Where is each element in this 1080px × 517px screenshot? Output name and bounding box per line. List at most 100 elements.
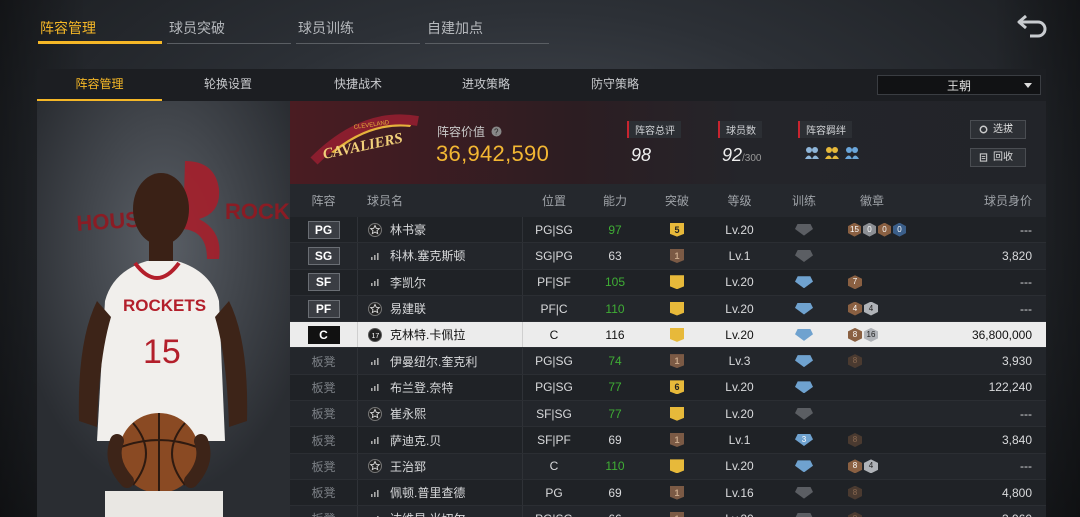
badge-icon[interactable]: 7	[848, 275, 862, 290]
training-cell	[770, 302, 838, 315]
col-header-value[interactable]: 球员身价	[906, 192, 1046, 209]
subtab-quick-tactics[interactable]: 快捷战术	[294, 69, 422, 101]
chemistry-icon-1	[805, 147, 819, 159]
player-name: 布兰登.奈特	[390, 380, 454, 395]
slot-label: 板凳	[311, 459, 336, 474]
table-row[interactable]: 板凳 萨迪克.贝 SF|PF 69 1 Lv.1 3 8 3,840	[290, 427, 1046, 454]
mode-dropdown[interactable]: 王朝	[877, 75, 1041, 95]
tab-custom-points[interactable]: 自建加点	[425, 14, 549, 44]
refresh-icon	[979, 125, 988, 134]
position-cell: C	[549, 327, 559, 342]
select-button-label: 选拔	[993, 124, 1013, 135]
rank-bars-icon	[371, 384, 379, 392]
badge-icon[interactable]: 4	[848, 301, 862, 316]
slot-cell: 板凳	[290, 353, 357, 370]
level-cell: Lv.20	[709, 512, 770, 517]
break-cell: 1	[645, 511, 709, 517]
break-icon	[670, 301, 684, 316]
roster-table: 阵容 球员名 位置 能力 突破 等级 训练 徽章 球员身价 PG 林书豪 PG|SG…	[290, 184, 1046, 517]
player-value-cell: ---	[1020, 406, 1032, 421]
break-icon: 1	[670, 433, 684, 448]
subtab-rotation[interactable]: 轮换设置	[162, 69, 294, 101]
table-row[interactable]: C 17 克林特.卡佩拉 C 116 Lv.20 8 16 36,800,000	[290, 322, 1046, 349]
table-row[interactable]: 板凳 伊曼纽尔.奎克利 PG|SG 74 1 Lv.3 8 3,930	[290, 348, 1046, 375]
badge-icon[interactable]: 8	[848, 485, 862, 500]
col-header-ovr[interactable]: 能力	[585, 192, 645, 209]
table-row[interactable]: SG 科林.塞克斯顿 SG|PG 63 1 Lv.1 3,820	[290, 243, 1046, 270]
badge-icon[interactable]: 0	[863, 222, 876, 237]
badge-icon[interactable]: 8	[848, 354, 862, 369]
break-icon: 1	[670, 248, 684, 263]
col-header-training[interactable]: 训练	[770, 192, 838, 209]
lineup-summary: CAVALIERS CLEVELAND 阵容价值 ? 36,942,590 阵容…	[290, 101, 1046, 184]
col-header-break[interactable]: 突破	[645, 192, 709, 209]
ovr-cell: 110	[605, 301, 625, 316]
slot-label: 板凳	[311, 512, 335, 517]
player-name: 易建联	[390, 302, 427, 317]
subtab-offense[interactable]: 进攻策略	[422, 69, 550, 101]
back-button[interactable]	[1016, 12, 1050, 38]
tab-lineup-management[interactable]: 阵容管理	[38, 14, 162, 44]
player-value-cell: 3,960	[906, 512, 1046, 517]
recycle-button-label: 回收	[993, 152, 1013, 163]
help-icon[interactable]: ?	[491, 126, 502, 137]
col-header-badges[interactable]: 徽章	[838, 192, 906, 209]
table-row[interactable]: 板凳 布兰登.奈特 PG|SG 77 6 Lv.20 122,240	[290, 374, 1046, 402]
level-cell: Lv.20	[725, 406, 754, 421]
badge-icon[interactable]: 4	[864, 301, 878, 316]
break-cell	[645, 406, 709, 421]
player-name: 林书豪	[390, 223, 427, 238]
training-cell	[770, 276, 838, 289]
table-header: 阵容 球员名 位置 能力 突破 等级 训练 徽章 球员身价	[290, 184, 1046, 217]
col-header-position[interactable]: 位置	[523, 192, 585, 209]
col-header-slot[interactable]: 阵容	[290, 192, 357, 209]
badge-icon[interactable]: 15	[848, 222, 861, 237]
chemistry-icons[interactable]	[804, 146, 860, 160]
lineup-value-label: 阵容价值 ?	[437, 123, 502, 140]
select-button[interactable]: 选拔	[970, 120, 1026, 139]
slot-cell: 板凳	[290, 458, 357, 475]
table-row[interactable]: 板凳 达维昂.米切尔 PG|SG66 1 Lv.20 8 3,960	[290, 506, 1046, 517]
table-row[interactable]: 板凳 王治郅 C 110 Lv.20 8 4 ---	[290, 453, 1046, 480]
ovr-cell: 97	[608, 222, 622, 237]
badge-icon[interactable]: 0	[893, 222, 906, 237]
training-icon	[795, 276, 813, 289]
badge-icon[interactable]: 4	[864, 459, 878, 474]
table-row[interactable]: 板凳 崔永熙 SF|SG 77 Lv.20 ---	[290, 401, 1046, 428]
break-icon: 1	[670, 511, 684, 517]
badge-icon[interactable]: 16	[864, 327, 878, 342]
training-icon	[795, 328, 813, 341]
training-cell	[770, 355, 838, 368]
table-row[interactable]: PF 易建联 PF|C 110 Lv.20 4 4 ---	[290, 295, 1046, 323]
level-cell: Lv.20	[725, 459, 754, 474]
recycle-button[interactable]: 回收	[970, 148, 1026, 167]
badges-cell: 8	[838, 433, 906, 448]
badge-icon[interactable]: 8	[848, 327, 862, 342]
slot-label: PG	[307, 220, 340, 239]
tab-player-training[interactable]: 球员训练	[296, 14, 420, 44]
break-icon	[670, 459, 684, 474]
ovr-cell: 74	[608, 354, 622, 369]
badge-icon[interactable]: 8	[848, 459, 862, 474]
player-value-cell: ---	[1020, 459, 1032, 474]
player-count-max: /300	[742, 153, 762, 164]
tab-player-breakthrough[interactable]: 球员突破	[167, 14, 291, 44]
level-cell: Lv.20	[725, 301, 754, 316]
rank-bars-icon	[371, 279, 379, 287]
jersey-team: ROCKETS	[123, 296, 206, 315]
player-name: 科林.塞克斯顿	[390, 249, 466, 264]
col-header-name[interactable]: 球员名	[357, 184, 523, 217]
position-cell: PF|C	[540, 301, 568, 316]
table-row[interactable]: 板凳 佩顿.普里查德 PG 69 1 Lv.16 8 4,800	[290, 479, 1046, 507]
training-icon	[795, 381, 813, 394]
training-cell	[770, 223, 838, 236]
table-row[interactable]: SF 李凯尔 PF|SF 105 Lv.20 7 ---	[290, 269, 1046, 296]
badge-icon[interactable]: 8	[848, 433, 862, 448]
subtab-lineup[interactable]: 阵容管理	[37, 69, 162, 101]
subtab-defense[interactable]: 防守策略	[550, 69, 680, 101]
badge-icon[interactable]: 8	[848, 511, 862, 517]
player-name-cell: 17 克林特.卡佩拉	[357, 322, 523, 348]
table-row[interactable]: PG 林书豪 PG|SG 97 5 Lv.20 15 0 0 0 ---	[290, 217, 1046, 244]
col-header-level[interactable]: 等级	[709, 192, 770, 209]
badge-icon[interactable]: 0	[878, 222, 891, 237]
